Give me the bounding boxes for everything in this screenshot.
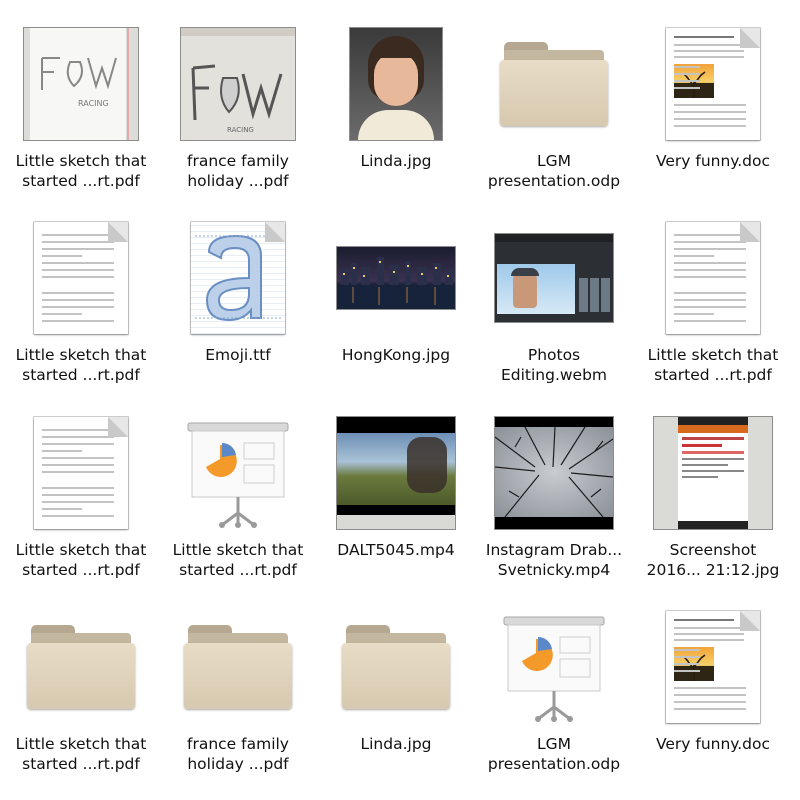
file-item[interactable]: RACING france family holiday ...pdf [160, 22, 316, 212]
file-name: Very funny.doc [655, 152, 771, 170]
svg-text:RACING: RACING [78, 99, 109, 108]
file-item[interactable]: Very funny.doc [635, 22, 791, 212]
image-thumbnail-icon [635, 411, 791, 535]
document-icon [3, 411, 159, 535]
file-item[interactable]: Little sketch that started ...rt.pdf [160, 411, 316, 601]
file-item[interactable]: Little sketch that started ...rt.pdf [3, 216, 159, 406]
folder-icon [3, 605, 159, 729]
file-name: Little sketch that started ...rt.pdf [172, 541, 304, 579]
pdf-thumbnail-icon: RACING [3, 22, 159, 146]
file-item[interactable]: Linda.jpg [318, 605, 474, 795]
pdf-thumbnail-icon: RACING [160, 22, 316, 146]
file-name: LGM presentation.odp [487, 152, 621, 190]
file-name: Linda.jpg [360, 735, 432, 753]
video-thumbnail-icon [318, 411, 474, 535]
file-item[interactable]: Very funny.doc [635, 605, 791, 795]
folder-icon [318, 605, 474, 729]
file-item[interactable]: Photos Editing.webm [476, 216, 632, 406]
file-name: Little sketch that started ...rt.pdf [647, 346, 779, 384]
file-name: LGM presentation.odp [487, 735, 621, 773]
file-name: france family holiday ...pdf [187, 735, 289, 773]
folder-icon [160, 605, 316, 729]
document-icon [635, 216, 791, 340]
file-item[interactable]: DALT5045.mp4 [318, 411, 474, 601]
file-item[interactable]: Little sketch that started ...rt.pdf [3, 411, 159, 601]
file-name: Linda.jpg [360, 152, 432, 170]
document-icon [635, 605, 791, 729]
file-name: Little sketch that started ...rt.pdf [15, 346, 147, 384]
file-name: DALT5045.mp4 [337, 541, 455, 559]
file-item[interactable]: Emoji.ttf [160, 216, 316, 406]
font-icon [160, 216, 316, 340]
file-item[interactable]: LGM presentation.odp [476, 605, 632, 795]
file-name: Photos Editing.webm [500, 346, 608, 384]
file-name: Screenshot 2016... 21:12.jpg [646, 541, 780, 579]
file-name: france family holiday ...pdf [187, 152, 289, 190]
file-name: Very funny.doc [655, 735, 771, 753]
video-thumbnail-icon [476, 216, 632, 340]
folder-icon [476, 22, 632, 146]
document-icon [3, 216, 159, 340]
video-thumbnail-icon [476, 411, 632, 535]
image-thumbnail-icon [318, 216, 474, 340]
file-item[interactable]: Little sketch that started ...rt.pdf [3, 605, 159, 795]
file-name: Little sketch that started ...rt.pdf [15, 152, 147, 190]
file-name: Instagram Drab... Svetnicky.mp4 [485, 541, 623, 579]
file-name: Emoji.ttf [205, 346, 271, 364]
file-item[interactable]: Screenshot 2016... 21:12.jpg [635, 411, 791, 601]
presentation-icon [476, 605, 632, 729]
file-name: HongKong.jpg [341, 346, 451, 364]
file-item[interactable]: Little sketch that started ...rt.pdf [635, 216, 791, 406]
file-item[interactable]: france family holiday ...pdf [160, 605, 316, 795]
image-thumbnail-icon [318, 22, 474, 146]
file-item[interactable]: LGM presentation.odp [476, 22, 632, 212]
file-name: Little sketch that started ...rt.pdf [15, 541, 147, 579]
document-icon [635, 22, 791, 146]
file-item[interactable]: RACING Little sketch that started ...rt.… [3, 22, 159, 212]
svg-text:RACING: RACING [227, 126, 254, 134]
file-item[interactable]: Instagram Drab... Svetnicky.mp4 [476, 411, 632, 601]
file-grid: RACING Little sketch that started ...rt.… [0, 0, 800, 800]
file-name: Little sketch that started ...rt.pdf [15, 735, 147, 773]
file-item[interactable]: Linda.jpg [318, 22, 474, 212]
presentation-icon [160, 411, 316, 535]
file-item[interactable]: HongKong.jpg [318, 216, 474, 406]
